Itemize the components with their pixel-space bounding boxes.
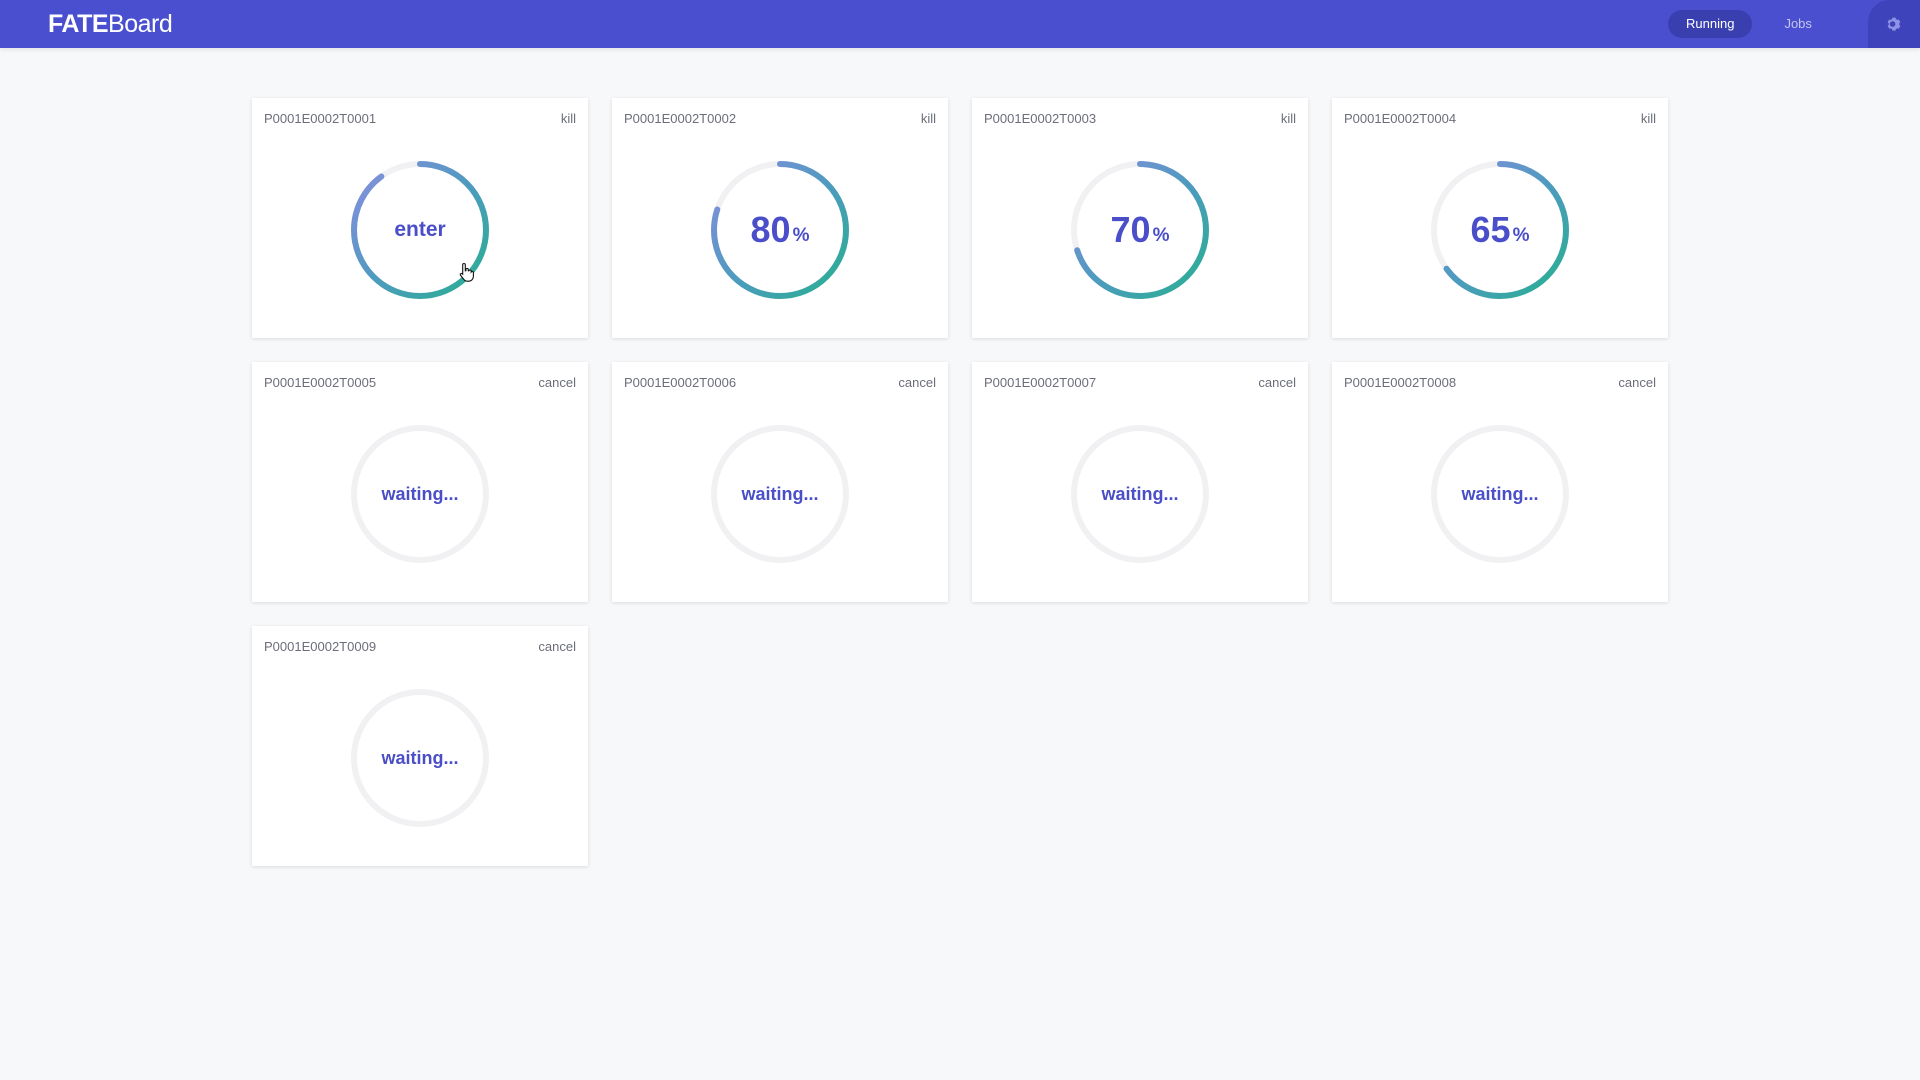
- top-navigation-bar: FATEBoard Running Jobs: [0, 0, 1920, 48]
- gear-icon: [1887, 17, 1901, 31]
- waiting-label: waiting...: [1101, 483, 1179, 504]
- waiting-label: waiting...: [1461, 483, 1539, 504]
- task-card[interactable]: P0001E0002T0005 cancel waiting...: [252, 362, 588, 602]
- task-id: P0001E0002T0007: [984, 375, 1097, 390]
- cancel-button[interactable]: cancel: [538, 375, 576, 390]
- settings-button[interactable]: [1868, 0, 1920, 48]
- task-card[interactable]: P0001E0002T0008 cancel waiting...: [1332, 362, 1668, 602]
- waiting-label: waiting...: [741, 483, 819, 504]
- progress-label: waiting...: [710, 424, 850, 564]
- progress-unit: %: [1512, 225, 1530, 246]
- progress-label: waiting...: [1070, 424, 1210, 564]
- task-id: P0001E0002T0002: [624, 111, 737, 126]
- tab-jobs[interactable]: Jobs: [1766, 10, 1829, 38]
- task-card[interactable]: P0001E0002T0003 kill 70%: [972, 98, 1308, 338]
- progress-label: waiting...: [350, 424, 490, 564]
- logo-text-light: Board: [108, 10, 173, 38]
- task-id: P0001E0002T0006: [624, 375, 737, 390]
- kill-button[interactable]: kill: [1281, 111, 1296, 126]
- progress-unit: %: [792, 225, 810, 246]
- cancel-button[interactable]: cancel: [898, 375, 936, 390]
- enter-label: enter: [394, 218, 446, 241]
- progress-label: waiting...: [1430, 424, 1570, 564]
- progress-label[interactable]: 70%: [1070, 160, 1210, 300]
- waiting-label: waiting...: [381, 747, 459, 768]
- progress-value: 65: [1470, 209, 1511, 250]
- progress-unit: %: [1152, 225, 1170, 246]
- progress-value: 80: [750, 209, 791, 250]
- app-logo[interactable]: FATEBoard: [48, 9, 173, 39]
- kill-button[interactable]: kill: [561, 111, 576, 126]
- task-card[interactable]: P0001E0002T0004 kill 65%: [1332, 98, 1668, 338]
- waiting-label: waiting...: [381, 483, 459, 504]
- task-card[interactable]: P0001E0002T0009 cancel waiting...: [252, 626, 588, 866]
- task-card[interactable]: P0001E0002T0001 kill enter: [252, 98, 588, 338]
- progress-label: waiting...: [350, 688, 490, 828]
- task-id: P0001E0002T0005: [264, 375, 377, 390]
- task-id: P0001E0002T0008: [1344, 375, 1457, 390]
- hand-cursor-icon: [459, 262, 474, 282]
- progress-label[interactable]: 65%: [1430, 160, 1570, 300]
- nav-tabs: Running Jobs: [1668, 10, 1844, 38]
- progress-label[interactable]: 80%: [710, 160, 850, 300]
- task-id: P0001E0002T0004: [1344, 111, 1457, 126]
- progress-value: 70: [1110, 209, 1151, 250]
- task-id: P0001E0002T0001: [264, 111, 377, 126]
- logo-text-bold: FATE: [48, 10, 109, 38]
- task-card[interactable]: P0001E0002T0002 kill 80%: [612, 98, 948, 338]
- task-id: P0001E0002T0009: [264, 639, 377, 654]
- tab-running[interactable]: Running: [1668, 10, 1753, 38]
- cancel-button[interactable]: cancel: [1618, 375, 1656, 390]
- cancel-button[interactable]: cancel: [1258, 375, 1296, 390]
- kill-button[interactable]: kill: [1641, 111, 1656, 126]
- task-card[interactable]: P0001E0002T0006 cancel waiting...: [612, 362, 948, 602]
- task-card[interactable]: P0001E0002T0007 cancel waiting...: [972, 362, 1308, 602]
- kill-button[interactable]: kill: [921, 111, 936, 126]
- task-id: P0001E0002T0003: [984, 111, 1097, 126]
- cancel-button[interactable]: cancel: [538, 639, 576, 654]
